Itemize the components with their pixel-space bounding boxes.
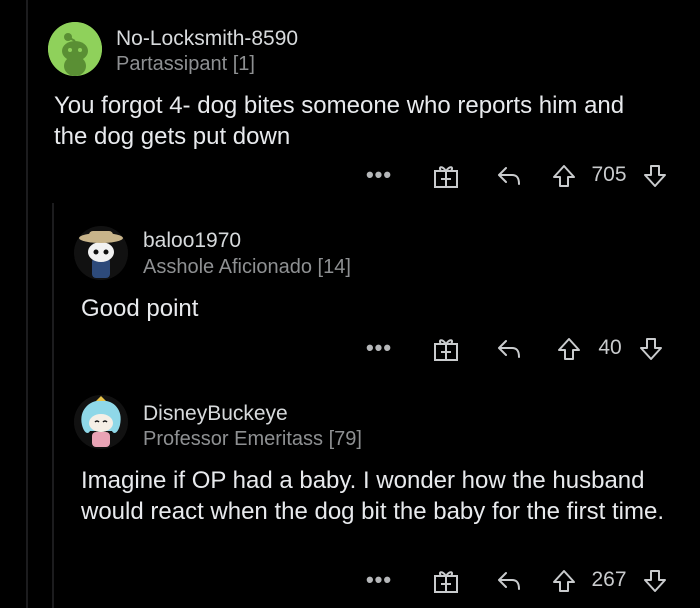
upvote-arrow-icon <box>558 338 580 360</box>
comment-actions: ••• 267 <box>0 563 700 597</box>
reply-arrow-icon <box>498 167 520 185</box>
comment-body: You forgot 4- dog bites someone who repo… <box>54 92 625 150</box>
upvote-button[interactable] <box>550 566 578 596</box>
reply-arrow-icon <box>498 340 520 358</box>
comment-no-locksmith: No-Locksmith-8590 Partassipant [1] You f… <box>0 0 700 200</box>
vote-count: 267 <box>591 568 627 591</box>
upvote-button[interactable] <box>555 334 583 364</box>
more-options-button[interactable]: ••• <box>364 158 394 192</box>
more-options-button[interactable]: ••• <box>364 331 394 365</box>
reply-button[interactable] <box>494 566 524 596</box>
username[interactable]: baloo1970 <box>143 229 241 253</box>
snoo-avatar-icon <box>48 22 102 76</box>
comment-body: Good point <box>81 295 199 322</box>
comment-body: Imagine if OP had a baby. I wonder how t… <box>81 467 664 525</box>
award-button[interactable] <box>431 161 461 191</box>
user-flair: Professor Emeritass [79] <box>143 428 362 450</box>
downvote-arrow-icon <box>640 338 662 360</box>
gift-box-icon <box>434 166 458 188</box>
comment-actions: ••• 40 <box>0 331 700 365</box>
downvote-button[interactable] <box>641 161 669 191</box>
username[interactable]: DisneyBuckeye <box>143 402 288 426</box>
upvote-button[interactable] <box>550 161 578 191</box>
downvote-button[interactable] <box>641 566 669 596</box>
reply-button[interactable] <box>494 334 524 364</box>
avatar[interactable] <box>48 22 102 76</box>
vote-count: 705 <box>591 163 627 186</box>
upvote-arrow-icon <box>553 570 575 592</box>
upvote-arrow-icon <box>553 165 575 187</box>
downvote-arrow-icon <box>644 165 666 187</box>
user-flair: Partassipant [1] <box>116 53 255 75</box>
downvote-button[interactable] <box>637 334 665 364</box>
more-options-button[interactable]: ••• <box>364 563 394 597</box>
snoo-avatar-icon <box>74 226 128 280</box>
reply-button[interactable] <box>494 161 524 191</box>
vote-count: 40 <box>598 336 622 359</box>
avatar[interactable] <box>74 395 128 449</box>
gift-box-icon <box>434 339 458 361</box>
user-flair: Asshole Aficionado [14] <box>143 256 351 278</box>
username[interactable]: No-Locksmith-8590 <box>116 27 298 51</box>
comment-disneybuckeye: DisneyBuckeye Professor Emeritass [79] I… <box>0 375 700 608</box>
reply-arrow-icon <box>498 572 520 590</box>
award-button[interactable] <box>431 334 461 364</box>
award-button[interactable] <box>431 566 461 596</box>
avatar[interactable] <box>74 226 128 280</box>
comment-baloo: baloo1970 Asshole Aficionado [14] Good p… <box>0 200 700 375</box>
downvote-arrow-icon <box>644 570 666 592</box>
snoo-avatar-icon <box>74 395 128 449</box>
gift-box-icon <box>434 571 458 593</box>
comment-actions: ••• 705 <box>0 158 700 192</box>
